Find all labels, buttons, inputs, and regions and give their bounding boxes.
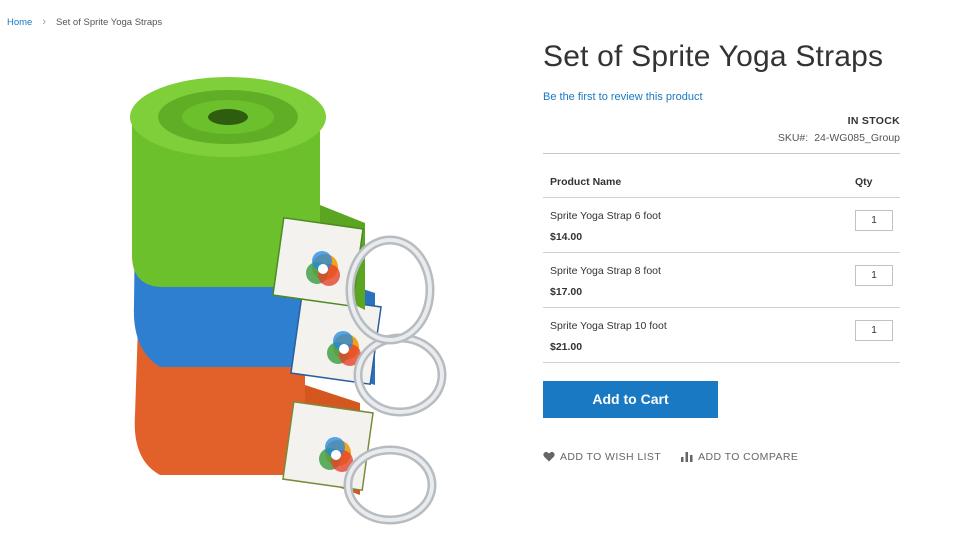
item-name: Sprite Yoga Strap 6 foot — [550, 209, 661, 222]
breadcrumb-current: Set of Sprite Yoga Straps — [56, 17, 163, 28]
breadcrumb-separator: › — [42, 16, 47, 28]
qty-cell — [848, 252, 900, 308]
review-link[interactable]: Be the first to review this product — [543, 91, 703, 103]
column-header-product-name: Product Name — [543, 175, 848, 198]
qty-input[interactable] — [855, 319, 893, 341]
grouped-items-table: Product Name Qty Sprite Yoga Strap 6 foo… — [543, 175, 900, 363]
qty-cell — [848, 197, 900, 253]
table-row: Sprite Yoga Strap 8 foot $17.00 — [543, 252, 900, 308]
table-header-row: Product Name Qty — [543, 175, 900, 198]
compare-label: ADD TO COMPARE — [698, 450, 799, 463]
item-price: $21.00 — [550, 340, 583, 353]
item-name: Sprite Yoga Strap 8 foot — [550, 264, 661, 277]
item-cell: Sprite Yoga Strap 10 foot $21.00 — [543, 307, 848, 363]
qty-cell — [848, 307, 900, 363]
qty-input[interactable] — [855, 209, 893, 231]
bar-chart-icon — [681, 451, 693, 462]
item-price: $17.00 — [550, 285, 583, 298]
breadcrumb-home-link[interactable]: Home — [7, 17, 32, 28]
table-row: Sprite Yoga Strap 6 foot $14.00 — [543, 197, 900, 253]
stock-status: IN STOCK — [847, 114, 900, 127]
yoga-straps-image — [130, 77, 447, 525]
breadcrumb: Home › Set of Sprite Yoga Straps — [7, 16, 163, 29]
add-to-compare-link[interactable]: ADD TO COMPARE — [681, 451, 798, 463]
column-header-qty: Qty — [848, 175, 900, 198]
product-actions: ADD TO WISH LIST ADD TO COMPARE — [543, 451, 900, 463]
sku-label: SKU#: — [777, 131, 809, 144]
product-image[interactable] — [20, 55, 520, 545]
sku-value: 24-WG085_Group — [814, 131, 900, 144]
item-name: Sprite Yoga Strap 10 foot — [550, 319, 667, 332]
table-row: Sprite Yoga Strap 10 foot $21.00 — [543, 307, 900, 363]
product-info: Set of Sprite Yoga Straps Be the first t… — [543, 40, 900, 463]
sku: SKU#: 24-WG085_Group — [543, 132, 900, 154]
wishlist-label: ADD TO WISH LIST — [560, 450, 662, 463]
page-title: Set of Sprite Yoga Straps — [543, 40, 884, 73]
add-to-cart-button[interactable]: Add to Cart — [543, 380, 718, 418]
add-to-wishlist-link[interactable]: ADD TO WISH LIST — [543, 451, 661, 463]
item-price: $14.00 — [550, 230, 583, 243]
heart-icon — [543, 451, 555, 462]
item-cell: Sprite Yoga Strap 6 foot $14.00 — [543, 197, 848, 253]
qty-input[interactable] — [855, 264, 893, 286]
item-cell: Sprite Yoga Strap 8 foot $17.00 — [543, 252, 848, 308]
